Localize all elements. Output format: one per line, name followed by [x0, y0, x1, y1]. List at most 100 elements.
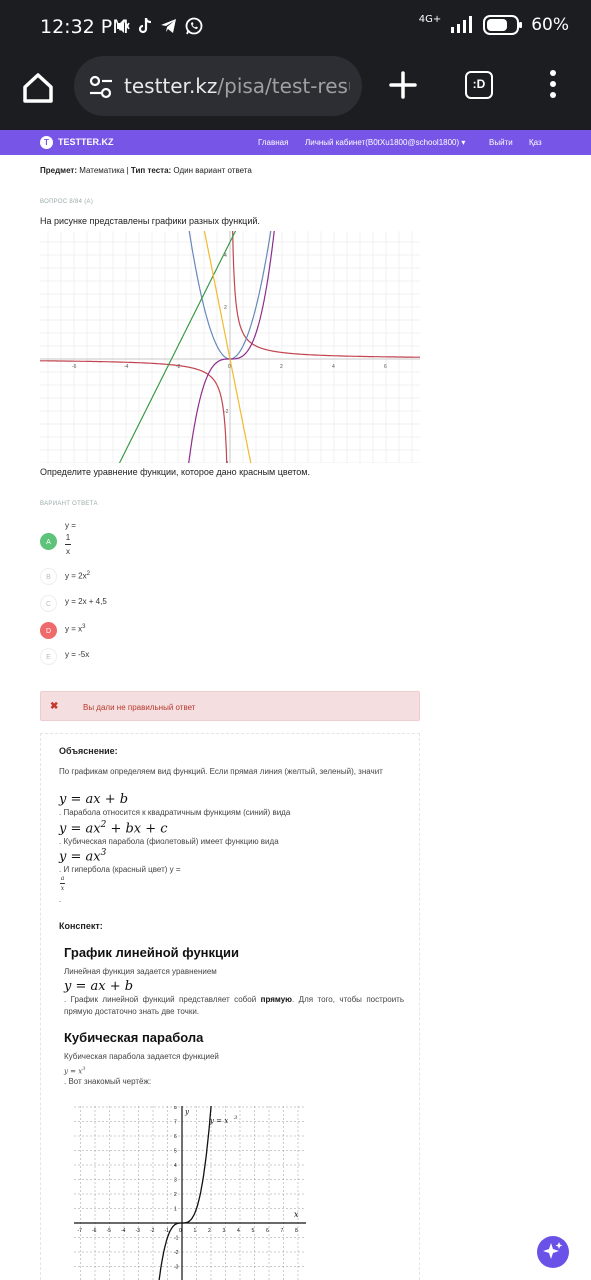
summary-linear-text: Линейная функция задается уравнением: [64, 967, 217, 976]
x-tick-label: -3: [136, 1228, 141, 1234]
logo-icon[interactable]: T: [40, 136, 53, 149]
option-text-c: y = 2x + 4,5: [65, 597, 107, 606]
fraction-denominator: x: [66, 547, 70, 556]
y-tick-label: -4: [224, 461, 229, 463]
cubic-curve: [158, 1106, 212, 1280]
nav-logout[interactable]: Выйти: [489, 138, 513, 147]
x-tick-label: -2: [150, 1228, 155, 1234]
explanation-panel: Объяснение: По графикам определяем вид ф…: [40, 733, 420, 1280]
hyperbola-fraction: a x: [60, 875, 65, 892]
option-letter-a[interactable]: A: [40, 533, 57, 550]
y-tick-label: -2: [224, 409, 229, 415]
signal-icon: [451, 16, 473, 33]
x-tick-label: -6: [92, 1228, 97, 1234]
y-tick-label: -3: [174, 1265, 179, 1271]
url-text[interactable]: testter.kz/pisa/test-result/s: [124, 74, 350, 98]
summary-cubic-text: Кубическая парабола задается функцией: [64, 1052, 219, 1061]
explanation-p2: . Парабола относится к квадратичным функ…: [59, 808, 291, 817]
new-tab-button[interactable]: [388, 70, 418, 100]
explanation-p1: По графикам определяем вид функций. Если…: [59, 767, 383, 776]
subject-label: Предмет:: [40, 166, 78, 175]
error-icon: ✖: [50, 701, 59, 712]
yellow-line: [203, 231, 252, 463]
axis-y-label: y: [184, 1108, 190, 1116]
x-tick-label: 4: [237, 1228, 240, 1234]
option-text-d-sup: 3: [82, 624, 86, 630]
summary-formula-cubic-sup: 3: [82, 1066, 86, 1072]
formula-cubic: y = ax3: [59, 848, 106, 864]
x-tick-label: 0: [179, 1228, 182, 1234]
option-letter-b[interactable]: B: [40, 568, 57, 585]
cubic-parabola-chart: y = x 3yx-7 -6 -5 -4 -3 -2 -1 0 1 2 3 4 5 6 7 887654321-…: [74, 1106, 306, 1280]
brand-name[interactable]: TESTTER.KZ: [58, 137, 114, 147]
cubic-curve-line: [158, 1106, 212, 1280]
x-tick-label: -4: [121, 1228, 126, 1234]
x-tick-label: -4: [124, 364, 129, 370]
browser-menu-button[interactable]: [548, 70, 558, 102]
summary-formula-cubic-base: y = x: [64, 1067, 83, 1076]
x-tick-label: 4: [332, 364, 335, 370]
y-tick-label: 4: [174, 1163, 177, 1169]
sparkle-icon: [543, 1242, 563, 1259]
option-letter-e[interactable]: E: [40, 648, 57, 665]
site-settings-icon[interactable]: [88, 74, 114, 100]
option-text-d-base: y = x: [65, 624, 83, 634]
x-tick-label: -6: [72, 364, 77, 370]
graph-axes: [40, 231, 420, 463]
summary-linear-desc: . График линейной функций представляет с…: [64, 994, 404, 1018]
y-tick-label: 2: [174, 1192, 177, 1198]
result-alert: ✖ Вы дали не правильный ответ: [40, 691, 420, 721]
dot-icon: [550, 70, 556, 76]
address-bar[interactable]: testter.kz/pisa/test-result/s: [74, 56, 362, 116]
home-icon: [23, 73, 53, 103]
option-fraction-a: 1 x: [65, 533, 71, 556]
nav-language[interactable]: Қаз: [529, 138, 542, 147]
fraction-bar: [60, 883, 65, 884]
cubic-label: y = x: [209, 1117, 228, 1125]
x-tick-label: 2: [280, 364, 283, 370]
x-tick-label: 2: [208, 1228, 211, 1234]
fraction-numerator: 1: [65, 533, 71, 542]
mute-icon: [117, 19, 130, 33]
option-text-b-sup: 2: [86, 571, 90, 577]
option-letter-c[interactable]: C: [40, 595, 57, 612]
summary-cubic-desc: . Вот знакомый чертёж:: [64, 1077, 152, 1086]
x-tick-label: -1: [165, 1228, 170, 1234]
tab-switcher-button[interactable]: :D: [465, 71, 493, 99]
x-tick-label: 3: [223, 1228, 226, 1234]
test-meta: Предмет: Математика | Тип теста: Один ва…: [40, 166, 252, 175]
summary-heading-linear: График линейной функции: [64, 945, 240, 960]
x-tick-label: -2: [176, 364, 181, 370]
answers-title: ВАРИАНТ ОТВЕТА: [40, 501, 98, 507]
option-text-a: y =: [65, 521, 76, 530]
subject-value: Математика: [79, 166, 125, 175]
dot-icon: [550, 81, 556, 87]
meta-separator: |: [126, 166, 129, 175]
x-tick-label: 1: [194, 1228, 197, 1234]
ai-assistant-button[interactable]: [537, 1236, 569, 1268]
fraction-bar: [65, 544, 71, 545]
formula-linear: y = ax + b: [59, 792, 129, 807]
question-text: На рисунке представлены графики разных ф…: [40, 216, 260, 226]
option-text-b: y = 2x2: [65, 571, 90, 581]
summary-linear-desc-a: . График линейной функций представляет с…: [64, 995, 261, 1004]
dot-icon: [550, 92, 556, 98]
url-path: /pisa/test-result/s: [217, 74, 350, 98]
battery-percent: 60%: [531, 15, 569, 35]
y-tick-label: 8: [174, 1106, 177, 1111]
type-label: Тип теста:: [130, 166, 172, 175]
url-host: testter.kz: [124, 74, 218, 98]
y-tick-label: 6: [174, 1134, 177, 1140]
nav-account[interactable]: Личный кабинет(B0tXu1800@school1800) ▾: [305, 138, 465, 147]
nav-home[interactable]: Главная: [258, 138, 288, 147]
option-text-d: y = x3: [65, 624, 85, 634]
option-letter-d[interactable]: D: [40, 622, 57, 639]
telegram-icon: [161, 19, 176, 33]
x-tick-label: 8: [295, 1228, 298, 1234]
home-button[interactable]: [18, 68, 58, 108]
x-tick-label: -7: [78, 1228, 83, 1234]
site-navbar: T TESTTER.KZ Главная Личный кабинет(B0tX…: [0, 130, 591, 155]
y-tick-label: 4: [224, 253, 227, 259]
formula-quadratic-a: y = ax: [59, 821, 101, 837]
status-right: 4G+ 60%: [419, 15, 569, 35]
